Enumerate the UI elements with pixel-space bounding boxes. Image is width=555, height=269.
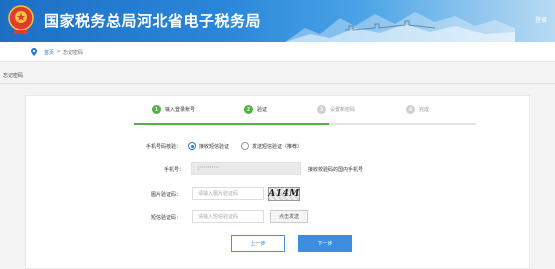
step-2-label: 验证 xyxy=(257,107,268,113)
radio-send-sms[interactable]: 发送短信验证（推荐） xyxy=(241,142,302,150)
image-code-label: 图片验证码： xyxy=(150,192,181,198)
radio-receive-sms[interactable]: 接收短信验证 xyxy=(188,142,229,150)
radio-checked-icon xyxy=(188,142,196,150)
breadcrumb-home-link[interactable]: 首页 xyxy=(44,49,54,56)
sms-code-input[interactable]: 请输入短信验证码 xyxy=(192,210,264,223)
phone-hint: 接收校验码的国内手机号 xyxy=(308,167,364,173)
step-3-label: 设置新密码 xyxy=(330,107,356,113)
step-3: 3 设置新密码 xyxy=(317,105,355,114)
sms-code-label: 短信验证码： xyxy=(150,215,181,221)
page-title: 忘记密码 xyxy=(3,73,24,79)
step-bar-done xyxy=(134,123,329,125)
next-step-button[interactable]: 下一步 xyxy=(298,235,352,252)
reset-password-card: 1 输入登录账号 2 验证 3 设置新密码 4 完成 手机号码核验： 接收短信验… xyxy=(25,95,530,269)
verify-method-options: 接收短信验证 发送短信验证（推荐） xyxy=(188,142,302,150)
breadcrumb-separator: > xyxy=(57,49,60,55)
prev-step-button[interactable]: 上一步 xyxy=(231,235,285,252)
step-1-label: 输入登录账号 xyxy=(165,107,196,113)
tax-bureau-emblem-icon xyxy=(8,5,34,34)
step-3-number: 3 xyxy=(317,105,326,114)
phone-field: 1********** xyxy=(191,162,301,175)
step-4: 4 完成 xyxy=(406,105,429,114)
step-2-number: 2 xyxy=(244,105,253,114)
radio-unchecked-icon xyxy=(241,142,250,150)
breadcrumb: 首页 > 忘记密码 xyxy=(31,48,83,56)
image-code-input[interactable]: 请输入图片验证码 xyxy=(192,187,264,200)
site-title: 国家税务总局河北省电子税务局 xyxy=(44,13,262,30)
step-4-number: 4 xyxy=(406,105,415,114)
radio-send-sms-label: 发送短信验证（推荐） xyxy=(252,143,303,150)
step-1-number: 1 xyxy=(152,105,161,114)
radio-receive-sms-label: 接收短信验证 xyxy=(199,143,230,150)
step-2: 2 验证 xyxy=(244,105,267,114)
step-bar-todo xyxy=(329,123,476,125)
captcha-image[interactable]: A14M xyxy=(268,187,300,201)
login-link[interactable]: 登录 xyxy=(535,15,547,24)
breadcrumb-current: 忘记密码 xyxy=(62,49,83,56)
step-progress: 1 输入登录账号 2 验证 3 设置新密码 4 完成 xyxy=(26,96,531,126)
verify-method-label: 手机号码核验： xyxy=(145,144,181,150)
phone-label: 手机号： xyxy=(163,167,184,173)
site-header: 国家税务总局河北省电子税务局 登录 xyxy=(0,0,555,42)
send-sms-button[interactable]: 点击发送 xyxy=(270,210,308,223)
step-1: 1 输入登录账号 xyxy=(152,105,195,114)
great-wall-illustration xyxy=(285,12,515,42)
divider xyxy=(0,83,555,84)
location-pin-icon xyxy=(31,48,37,56)
breadcrumb-bar: 首页 > 忘记密码 xyxy=(0,42,555,62)
step-4-label: 完成 xyxy=(419,107,430,113)
